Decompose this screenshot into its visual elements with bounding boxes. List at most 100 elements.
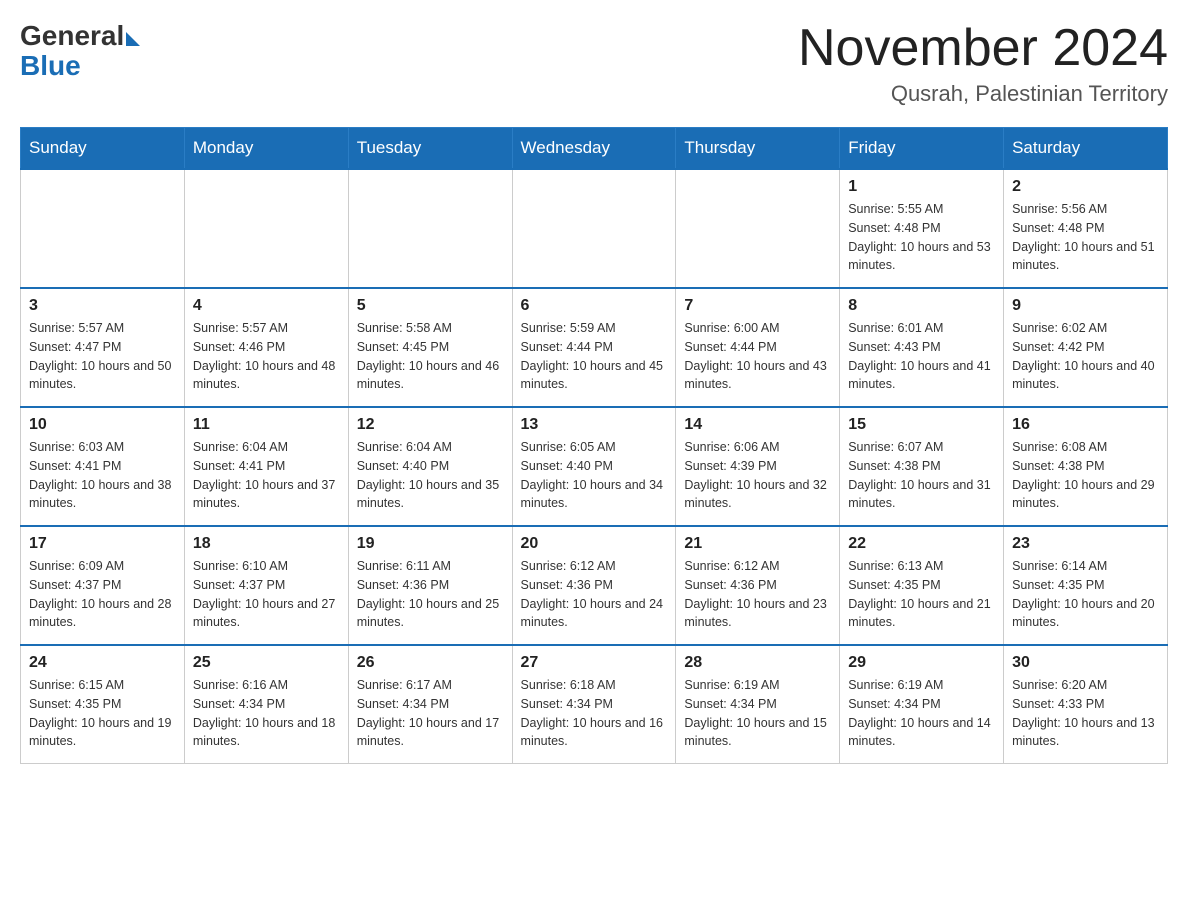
day-info: Sunrise: 6:04 AMSunset: 4:41 PMDaylight:… (193, 438, 340, 513)
day-info: Sunrise: 5:57 AMSunset: 4:46 PMDaylight:… (193, 319, 340, 394)
calendar-header-sunday: Sunday (21, 128, 185, 170)
calendar-cell: 11 Sunrise: 6:04 AMSunset: 4:41 PMDayligh… (184, 407, 348, 526)
calendar-cell: 9 Sunrise: 6:02 AMSunset: 4:42 PMDaylight… (1004, 288, 1168, 407)
logo-blue-text: Blue (20, 50, 81, 82)
day-info: Sunrise: 6:07 AMSunset: 4:38 PMDaylight:… (848, 438, 995, 513)
calendar-cell: 10 Sunrise: 6:03 AMSunset: 4:41 PMDayligh… (21, 407, 185, 526)
day-info: Sunrise: 6:12 AMSunset: 4:36 PMDaylight:… (684, 557, 831, 632)
day-number: 21 (684, 535, 831, 553)
month-title: November 2024 (798, 20, 1168, 77)
day-number: 5 (357, 297, 504, 315)
calendar-cell: 26 Sunrise: 6:17 AMSunset: 4:34 PMDayligh… (348, 645, 512, 764)
calendar-cell: 1Sunrise: 5:55 AMSunset: 4:48 PMDaylight… (840, 169, 1004, 288)
calendar-cell (676, 169, 840, 288)
calendar-cell: 2 Sunrise: 5:56 AMSunset: 4:48 PMDaylight… (1004, 169, 1168, 288)
day-number: 9 (1012, 297, 1159, 315)
calendar-week-row: 10 Sunrise: 6:03 AMSunset: 4:41 PMDayligh… (21, 407, 1168, 526)
calendar-cell: 6 Sunrise: 5:59 AMSunset: 4:44 PMDaylight… (512, 288, 676, 407)
day-number: 29 (848, 654, 995, 672)
day-number: 14 (684, 416, 831, 434)
calendar-cell: 25 Sunrise: 6:16 AMSunset: 4:34 PMDayligh… (184, 645, 348, 764)
calendar-cell: 22 Sunrise: 6:13 AMSunset: 4:35 PMDayligh… (840, 526, 1004, 645)
calendar-week-row: 24 Sunrise: 6:15 AMSunset: 4:35 PMDayligh… (21, 645, 1168, 764)
calendar-cell: 24 Sunrise: 6:15 AMSunset: 4:35 PMDayligh… (21, 645, 185, 764)
page-header: General Blue November 2024 Qusrah, Pales… (20, 20, 1168, 107)
day-info: Sunrise: 6:12 AMSunset: 4:36 PMDaylight:… (521, 557, 668, 632)
calendar-cell (512, 169, 676, 288)
calendar-week-row: 1Sunrise: 5:55 AMSunset: 4:48 PMDaylight… (21, 169, 1168, 288)
calendar-header-row: SundayMondayTuesdayWednesdayThursdayFrid… (21, 128, 1168, 170)
day-number: 28 (684, 654, 831, 672)
logo-triangle-icon (126, 32, 140, 46)
day-number: 22 (848, 535, 995, 553)
day-info: Sunrise: 5:58 AMSunset: 4:45 PMDaylight:… (357, 319, 504, 394)
day-info: Sunrise: 6:02 AMSunset: 4:42 PMDaylight:… (1012, 319, 1159, 394)
calendar-cell: 13 Sunrise: 6:05 AMSunset: 4:40 PMDayligh… (512, 407, 676, 526)
calendar-cell: 23 Sunrise: 6:14 AMSunset: 4:35 PMDayligh… (1004, 526, 1168, 645)
day-info: Sunrise: 6:13 AMSunset: 4:35 PMDaylight:… (848, 557, 995, 632)
day-number: 10 (29, 416, 176, 434)
day-number: 11 (193, 416, 340, 434)
calendar-cell: 8Sunrise: 6:01 AMSunset: 4:43 PMDaylight… (840, 288, 1004, 407)
day-number: 23 (1012, 535, 1159, 553)
calendar-header-tuesday: Tuesday (348, 128, 512, 170)
day-info: Sunrise: 5:59 AMSunset: 4:44 PMDaylight:… (521, 319, 668, 394)
day-info: Sunrise: 6:11 AMSunset: 4:36 PMDaylight:… (357, 557, 504, 632)
calendar-cell: 29 Sunrise: 6:19 AMSunset: 4:34 PMDayligh… (840, 645, 1004, 764)
day-number: 27 (521, 654, 668, 672)
day-number: 1 (848, 178, 995, 196)
day-number: 19 (357, 535, 504, 553)
day-number: 2 (1012, 178, 1159, 196)
day-info: Sunrise: 6:10 AMSunset: 4:37 PMDaylight:… (193, 557, 340, 632)
calendar-cell: 20 Sunrise: 6:12 AMSunset: 4:36 PMDayligh… (512, 526, 676, 645)
day-number: 20 (521, 535, 668, 553)
day-number: 17 (29, 535, 176, 553)
calendar-table: SundayMondayTuesdayWednesdayThursdayFrid… (20, 127, 1168, 764)
day-info: Sunrise: 6:15 AMSunset: 4:35 PMDaylight:… (29, 676, 176, 751)
day-info: Sunrise: 6:16 AMSunset: 4:34 PMDaylight:… (193, 676, 340, 751)
day-number: 13 (521, 416, 668, 434)
calendar-cell: 17 Sunrise: 6:09 AMSunset: 4:37 PMDayligh… (21, 526, 185, 645)
day-info: Sunrise: 6:17 AMSunset: 4:34 PMDaylight:… (357, 676, 504, 751)
calendar-header-wednesday: Wednesday (512, 128, 676, 170)
calendar-cell: 4 Sunrise: 5:57 AMSunset: 4:46 PMDaylight… (184, 288, 348, 407)
calendar-cell: 5 Sunrise: 5:58 AMSunset: 4:45 PMDaylight… (348, 288, 512, 407)
day-number: 24 (29, 654, 176, 672)
calendar-cell (348, 169, 512, 288)
logo: General Blue (20, 20, 140, 82)
calendar-header-friday: Friday (840, 128, 1004, 170)
day-info: Sunrise: 5:56 AMSunset: 4:48 PMDaylight:… (1012, 200, 1159, 275)
day-info: Sunrise: 6:03 AMSunset: 4:41 PMDaylight:… (29, 438, 176, 513)
calendar-week-row: 17 Sunrise: 6:09 AMSunset: 4:37 PMDayligh… (21, 526, 1168, 645)
calendar-cell: 19 Sunrise: 6:11 AMSunset: 4:36 PMDayligh… (348, 526, 512, 645)
calendar-week-row: 3 Sunrise: 5:57 AMSunset: 4:47 PMDaylight… (21, 288, 1168, 407)
calendar-cell (21, 169, 185, 288)
calendar-header-monday: Monday (184, 128, 348, 170)
day-info: Sunrise: 6:00 AMSunset: 4:44 PMDaylight:… (684, 319, 831, 394)
day-number: 16 (1012, 416, 1159, 434)
day-info: Sunrise: 6:19 AMSunset: 4:34 PMDaylight:… (848, 676, 995, 751)
day-number: 18 (193, 535, 340, 553)
day-number: 15 (848, 416, 995, 434)
day-number: 4 (193, 297, 340, 315)
day-number: 12 (357, 416, 504, 434)
day-info: Sunrise: 6:09 AMSunset: 4:37 PMDaylight:… (29, 557, 176, 632)
calendar-cell: 14Sunrise: 6:06 AMSunset: 4:39 PMDayligh… (676, 407, 840, 526)
day-number: 25 (193, 654, 340, 672)
day-number: 30 (1012, 654, 1159, 672)
day-info: Sunrise: 5:57 AMSunset: 4:47 PMDaylight:… (29, 319, 176, 394)
day-number: 6 (521, 297, 668, 315)
day-number: 26 (357, 654, 504, 672)
day-info: Sunrise: 6:04 AMSunset: 4:40 PMDaylight:… (357, 438, 504, 513)
title-section: November 2024 Qusrah, Palestinian Territ… (798, 20, 1168, 107)
day-info: Sunrise: 6:14 AMSunset: 4:35 PMDaylight:… (1012, 557, 1159, 632)
calendar-cell: 18 Sunrise: 6:10 AMSunset: 4:37 PMDayligh… (184, 526, 348, 645)
day-info: Sunrise: 6:20 AMSunset: 4:33 PMDaylight:… (1012, 676, 1159, 751)
calendar-cell (184, 169, 348, 288)
calendar-cell: 21 Sunrise: 6:12 AMSunset: 4:36 PMDayligh… (676, 526, 840, 645)
calendar-cell: 7Sunrise: 6:00 AMSunset: 4:44 PMDaylight… (676, 288, 840, 407)
day-info: Sunrise: 6:08 AMSunset: 4:38 PMDaylight:… (1012, 438, 1159, 513)
day-number: 3 (29, 297, 176, 315)
day-info: Sunrise: 6:01 AMSunset: 4:43 PMDaylight:… (848, 319, 995, 394)
day-info: Sunrise: 6:05 AMSunset: 4:40 PMDaylight:… (521, 438, 668, 513)
